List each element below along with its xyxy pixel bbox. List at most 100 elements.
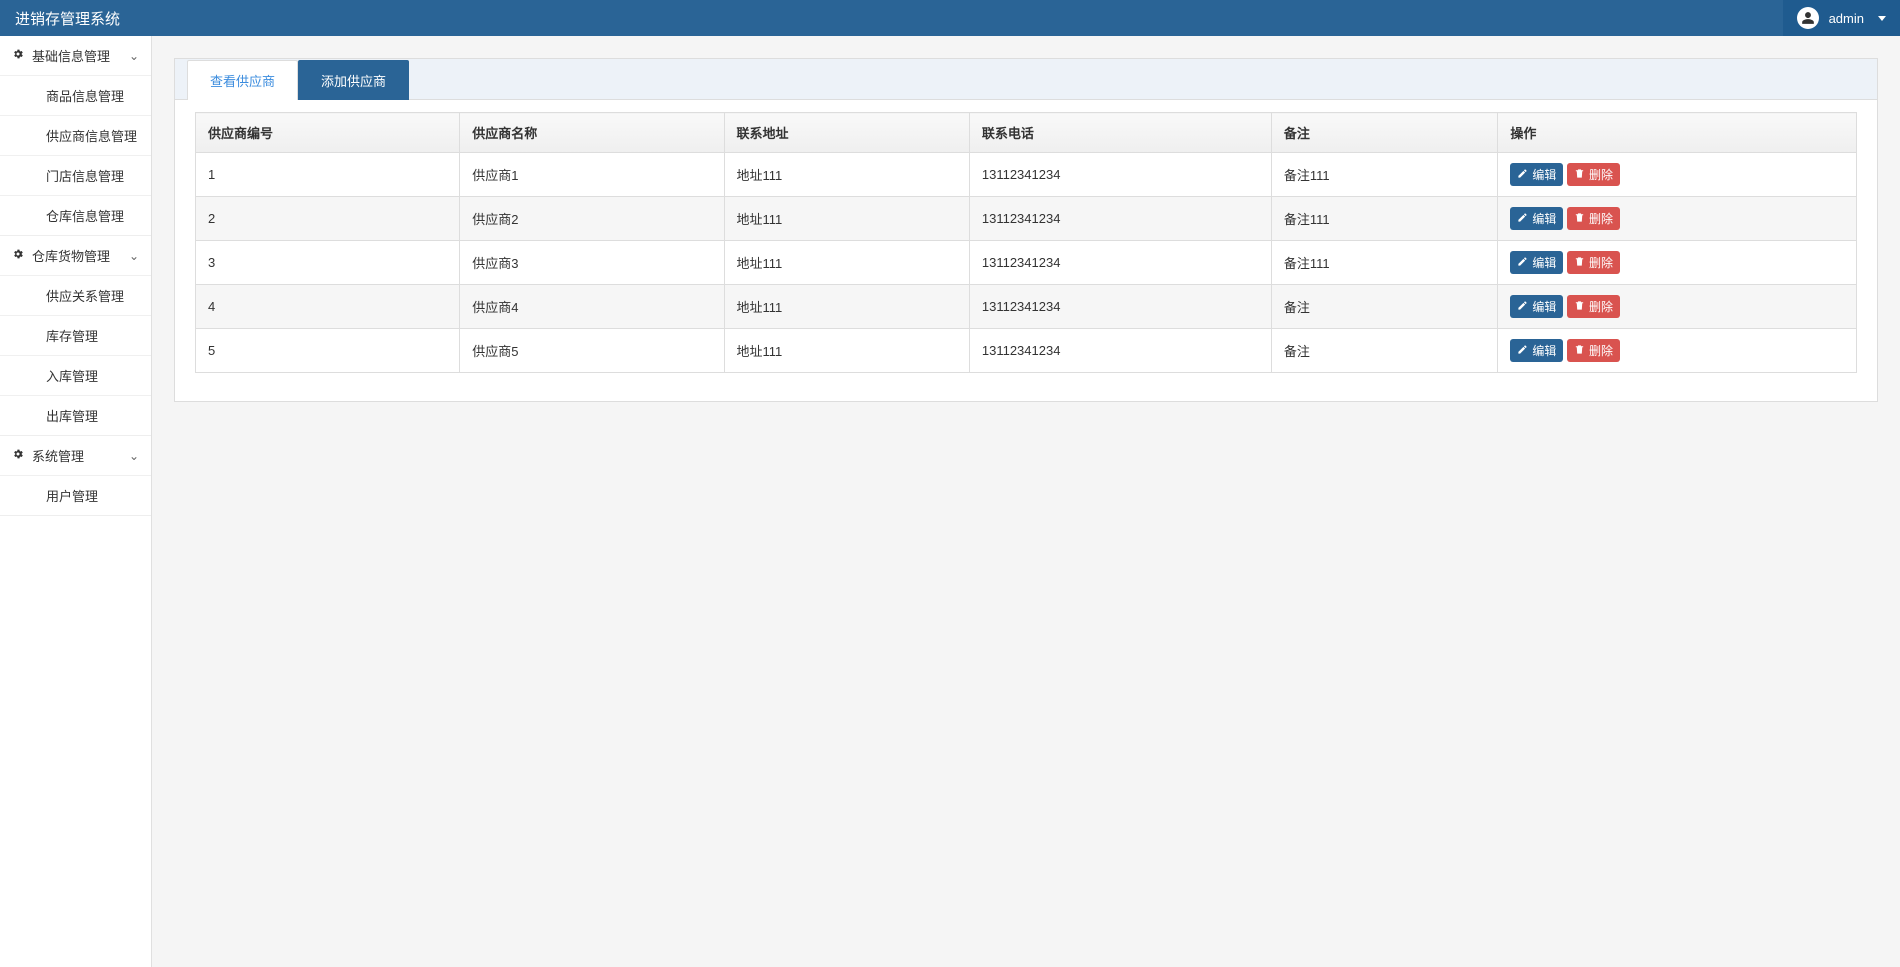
cell-id: 4 xyxy=(196,285,460,329)
cell-ops: 编辑 删除 xyxy=(1498,329,1857,373)
th-ops: 操作 xyxy=(1498,113,1857,153)
cell-ops: 编辑 删除 xyxy=(1498,153,1857,197)
edit-label: 编辑 xyxy=(1532,342,1556,359)
delete-button[interactable]: 删除 xyxy=(1567,251,1620,274)
delete-button[interactable]: 删除 xyxy=(1567,339,1620,362)
tabs: 查看供应商 添加供应商 xyxy=(187,60,1865,100)
cell-address: 地址111 xyxy=(724,197,969,241)
edit-label: 编辑 xyxy=(1532,254,1556,271)
cell-id: 2 xyxy=(196,197,460,241)
panel: 查看供应商 添加供应商 供应商编号 供应商名称 联系地址 联系电话 备注 操作 xyxy=(174,58,1878,402)
tab-view-supplier[interactable]: 查看供应商 xyxy=(187,60,298,100)
tab-add-supplier[interactable]: 添加供应商 xyxy=(298,60,409,100)
sidebar-item-label: 供应商信息管理 xyxy=(46,129,137,144)
cell-phone: 13112341234 xyxy=(969,197,1271,241)
cell-name: 供应商3 xyxy=(460,241,724,285)
gear-icon xyxy=(12,48,24,63)
panel-body: 供应商编号 供应商名称 联系地址 联系电话 备注 操作 1供应商1地址11113… xyxy=(175,100,1877,401)
sidebar-header-warehouse[interactable]: 仓库货物管理 ⌄ xyxy=(0,236,151,275)
app-title: 进销存管理系统 xyxy=(15,8,120,29)
gear-icon xyxy=(12,248,24,263)
th-phone: 联系电话 xyxy=(969,113,1271,153)
sidebar-group-label: 系统管理 xyxy=(32,446,84,465)
delete-label: 删除 xyxy=(1589,298,1613,315)
sidebar-item-inbound[interactable]: 入库管理 xyxy=(0,355,151,395)
table-row: 3供应商3地址11113112341234备注111编辑 删除 xyxy=(196,241,1857,285)
cell-remark: 备注111 xyxy=(1271,241,1498,285)
sidebar-item-label: 库存管理 xyxy=(46,329,98,344)
sidebar-item-warehouse[interactable]: 仓库信息管理 xyxy=(0,195,151,235)
cell-remark: 备注111 xyxy=(1271,197,1498,241)
cell-id: 1 xyxy=(196,153,460,197)
edit-button[interactable]: 编辑 xyxy=(1510,251,1563,274)
delete-button[interactable]: 删除 xyxy=(1567,207,1620,230)
cell-address: 地址111 xyxy=(724,285,969,329)
cell-address: 地址111 xyxy=(724,241,969,285)
cell-ops: 编辑 删除 xyxy=(1498,285,1857,329)
trash-icon xyxy=(1574,300,1585,314)
sidebar-item-outbound[interactable]: 出库管理 xyxy=(0,395,151,435)
edit-icon xyxy=(1517,300,1528,314)
edit-button[interactable]: 编辑 xyxy=(1510,207,1563,230)
sidebar-item-label: 出库管理 xyxy=(46,409,98,424)
sidebar-item-label: 供应关系管理 xyxy=(46,289,124,304)
cell-phone: 13112341234 xyxy=(969,329,1271,373)
caret-down-icon xyxy=(1878,16,1886,21)
cell-phone: 13112341234 xyxy=(969,241,1271,285)
edit-button[interactable]: 编辑 xyxy=(1510,295,1563,318)
edit-button[interactable]: 编辑 xyxy=(1510,339,1563,362)
edit-label: 编辑 xyxy=(1532,210,1556,227)
gear-icon xyxy=(12,448,24,463)
edit-icon xyxy=(1517,344,1528,358)
sidebar-item-label: 门店信息管理 xyxy=(46,169,124,184)
cell-name: 供应商2 xyxy=(460,197,724,241)
sidebar-group-basic: 基础信息管理 ⌄ 商品信息管理 供应商信息管理 门店信息管理 仓库信息管理 xyxy=(0,36,151,236)
cell-name: 供应商5 xyxy=(460,329,724,373)
chevron-down-icon: ⌄ xyxy=(129,249,139,263)
sidebar-group-label: 基础信息管理 xyxy=(32,46,110,65)
table-row: 2供应商2地址11113112341234备注111编辑 删除 xyxy=(196,197,1857,241)
sidebar-item-store[interactable]: 门店信息管理 xyxy=(0,155,151,195)
top-nav: 进销存管理系统 admin xyxy=(0,0,1900,36)
edit-label: 编辑 xyxy=(1532,298,1556,315)
sidebar-item-supplier[interactable]: 供应商信息管理 xyxy=(0,115,151,155)
cell-ops: 编辑 删除 xyxy=(1498,197,1857,241)
cell-ops: 编辑 删除 xyxy=(1498,241,1857,285)
sidebar-item-inventory[interactable]: 库存管理 xyxy=(0,315,151,355)
delete-button[interactable]: 删除 xyxy=(1567,163,1620,186)
user-name: admin xyxy=(1829,11,1864,26)
main-content: 查看供应商 添加供应商 供应商编号 供应商名称 联系地址 联系电话 备注 操作 xyxy=(152,36,1900,967)
edit-button[interactable]: 编辑 xyxy=(1510,163,1563,186)
edit-label: 编辑 xyxy=(1532,166,1556,183)
cell-remark: 备注 xyxy=(1271,285,1498,329)
tab-label: 添加供应商 xyxy=(321,74,386,89)
delete-label: 删除 xyxy=(1589,342,1613,359)
th-name: 供应商名称 xyxy=(460,113,724,153)
trash-icon xyxy=(1574,344,1585,358)
th-remark: 备注 xyxy=(1271,113,1498,153)
sidebar-item-users[interactable]: 用户管理 xyxy=(0,475,151,515)
trash-icon xyxy=(1574,256,1585,270)
chevron-down-icon: ⌄ xyxy=(129,449,139,463)
sidebar-item-supply-relation[interactable]: 供应关系管理 xyxy=(0,275,151,315)
sidebar-header-basic[interactable]: 基础信息管理 ⌄ xyxy=(0,36,151,75)
cell-phone: 13112341234 xyxy=(969,153,1271,197)
trash-icon xyxy=(1574,212,1585,226)
th-id: 供应商编号 xyxy=(196,113,460,153)
sidebar-item-product[interactable]: 商品信息管理 xyxy=(0,75,151,115)
table-header-row: 供应商编号 供应商名称 联系地址 联系电话 备注 操作 xyxy=(196,113,1857,153)
cell-phone: 13112341234 xyxy=(969,285,1271,329)
delete-label: 删除 xyxy=(1589,210,1613,227)
edit-icon xyxy=(1517,168,1528,182)
user-dropdown[interactable]: admin xyxy=(1783,0,1900,36)
sidebar-group-warehouse: 仓库货物管理 ⌄ 供应关系管理 库存管理 入库管理 出库管理 xyxy=(0,236,151,436)
delete-label: 删除 xyxy=(1589,166,1613,183)
sidebar-item-label: 入库管理 xyxy=(46,369,98,384)
sidebar-header-system[interactable]: 系统管理 ⌄ xyxy=(0,436,151,475)
delete-button[interactable]: 删除 xyxy=(1567,295,1620,318)
cell-id: 5 xyxy=(196,329,460,373)
table-row: 5供应商5地址11113112341234备注编辑 删除 xyxy=(196,329,1857,373)
sidebar-item-label: 商品信息管理 xyxy=(46,89,124,104)
trash-icon xyxy=(1574,168,1585,182)
user-icon xyxy=(1797,7,1819,29)
